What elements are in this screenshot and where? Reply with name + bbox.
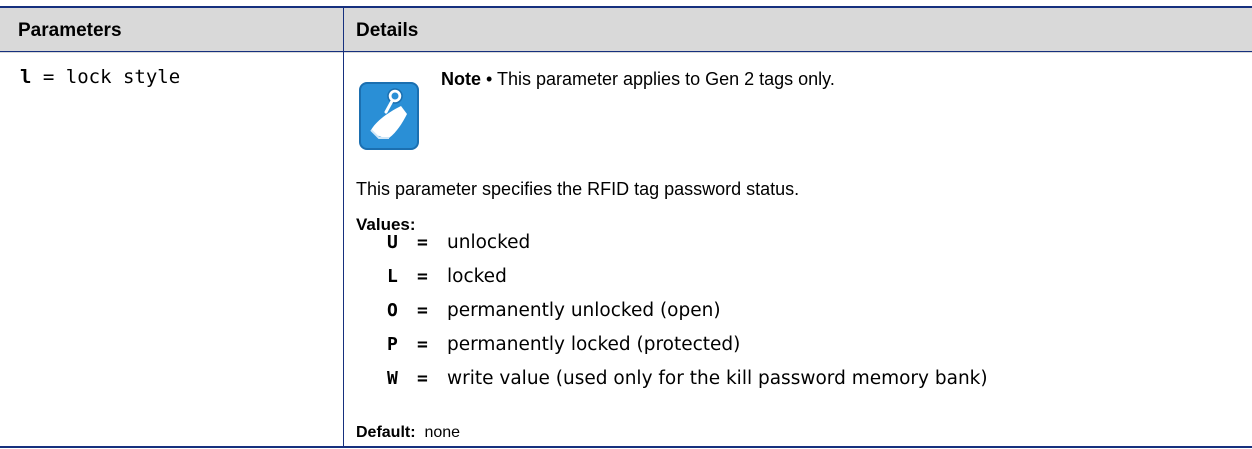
header-parameters: Parameters [18, 20, 122, 41]
note-body: This parameter applies to Gen 2 tags onl… [496, 69, 835, 89]
value-description: locked [447, 266, 507, 287]
note-pushpin-icon [359, 82, 419, 150]
parameter-description: = lock style [31, 66, 181, 88]
table-bottom-rule [0, 446, 1252, 448]
value-code: L [387, 266, 398, 287]
default-label: Default: [356, 424, 416, 441]
value-code: U [387, 232, 398, 253]
note-label: Note [441, 69, 481, 89]
value-description: write value (used only for the kill pass… [447, 368, 988, 389]
value-description: unlocked [447, 232, 531, 253]
note-bullet: • [481, 69, 497, 89]
values-label: Values: [356, 215, 416, 234]
value-description: permanently locked (protected) [447, 334, 741, 355]
value-equals: = [417, 334, 428, 355]
note-text: Note • This parameter applies to Gen 2 t… [441, 69, 835, 90]
value-description: permanently unlocked (open) [447, 300, 721, 321]
value-equals: = [417, 368, 428, 389]
parameter-code: l [20, 66, 32, 88]
header-divider [0, 51, 1252, 52]
parameter-details-description: This parameter specifies the RFID tag pa… [356, 179, 800, 199]
default-line: Default: none [356, 424, 460, 442]
value-code: P [387, 334, 398, 355]
table-header-row: Parameters Details [0, 6, 1252, 53]
value-code: O [387, 300, 398, 321]
parameter-name: l = lock style [20, 66, 180, 88]
parameters-table: Parameters Details l = lock style Note •… [0, 0, 1252, 449]
column-divider-header [343, 8, 344, 53]
value-equals: = [417, 232, 428, 253]
default-value: none [424, 424, 461, 441]
value-code: W [387, 368, 398, 389]
value-equals: = [417, 266, 428, 287]
header-details: Details [356, 20, 419, 41]
column-divider-body [343, 53, 344, 446]
value-equals: = [417, 300, 428, 321]
